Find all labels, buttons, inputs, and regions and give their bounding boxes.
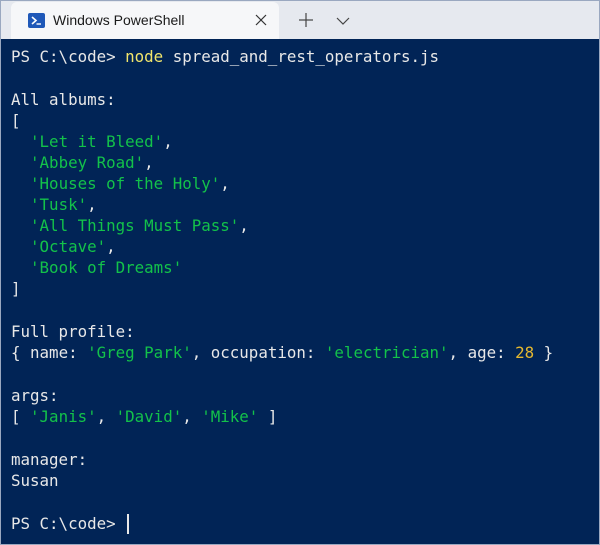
manager-value: Susan [11,471,59,490]
prompt-text: PS C:\code> [11,47,126,66]
tab-bar: Windows PowerShell [1,1,599,39]
album-item: 'Book of Dreams' [30,258,183,277]
final-prompt-text: PS C:\code> [11,514,126,533]
profile-heading: Full profile: [11,322,135,341]
powershell-icon [28,13,45,28]
terminal-output[interactable]: PS C:\code> node spread_and_rest_operato… [1,39,599,544]
command-name: node [125,47,164,66]
albums-open-bracket: [ [11,111,21,130]
args-array: [ 'Janis', 'David', 'Mike' ] [11,407,278,426]
albums-heading: All albums: [11,90,116,109]
profile-object: { name: 'Greg Park', occupation: 'electr… [11,343,554,362]
text-cursor [127,514,130,534]
tab-windows-powershell[interactable]: Windows PowerShell [11,2,279,39]
albums-close-bracket: ] [11,279,21,298]
new-tab-plus-icon[interactable] [297,11,315,29]
album-item: 'Houses of the Holy', [30,174,230,193]
args-heading: args: [11,386,59,405]
album-item: 'Octave', [30,237,116,256]
album-item: 'All Things Must Pass', [30,216,249,235]
command-args: spread_and_rest_operators.js [163,47,439,66]
command-line: PS C:\code> node spread_and_rest_operato… [11,47,439,67]
manager-heading: manager: [11,450,88,469]
album-item: 'Let it Bleed', [30,132,173,151]
chevron-down-icon[interactable] [335,13,351,27]
close-icon[interactable] [253,12,269,28]
final-prompt-line[interactable]: PS C:\code> [11,514,130,534]
album-item: 'Abbey Road', [30,153,154,172]
powershell-window: Windows PowerShell PS C:\code> node spre… [0,0,600,545]
tab-title: Windows PowerShell [53,12,185,28]
album-item: 'Tusk', [30,195,97,214]
